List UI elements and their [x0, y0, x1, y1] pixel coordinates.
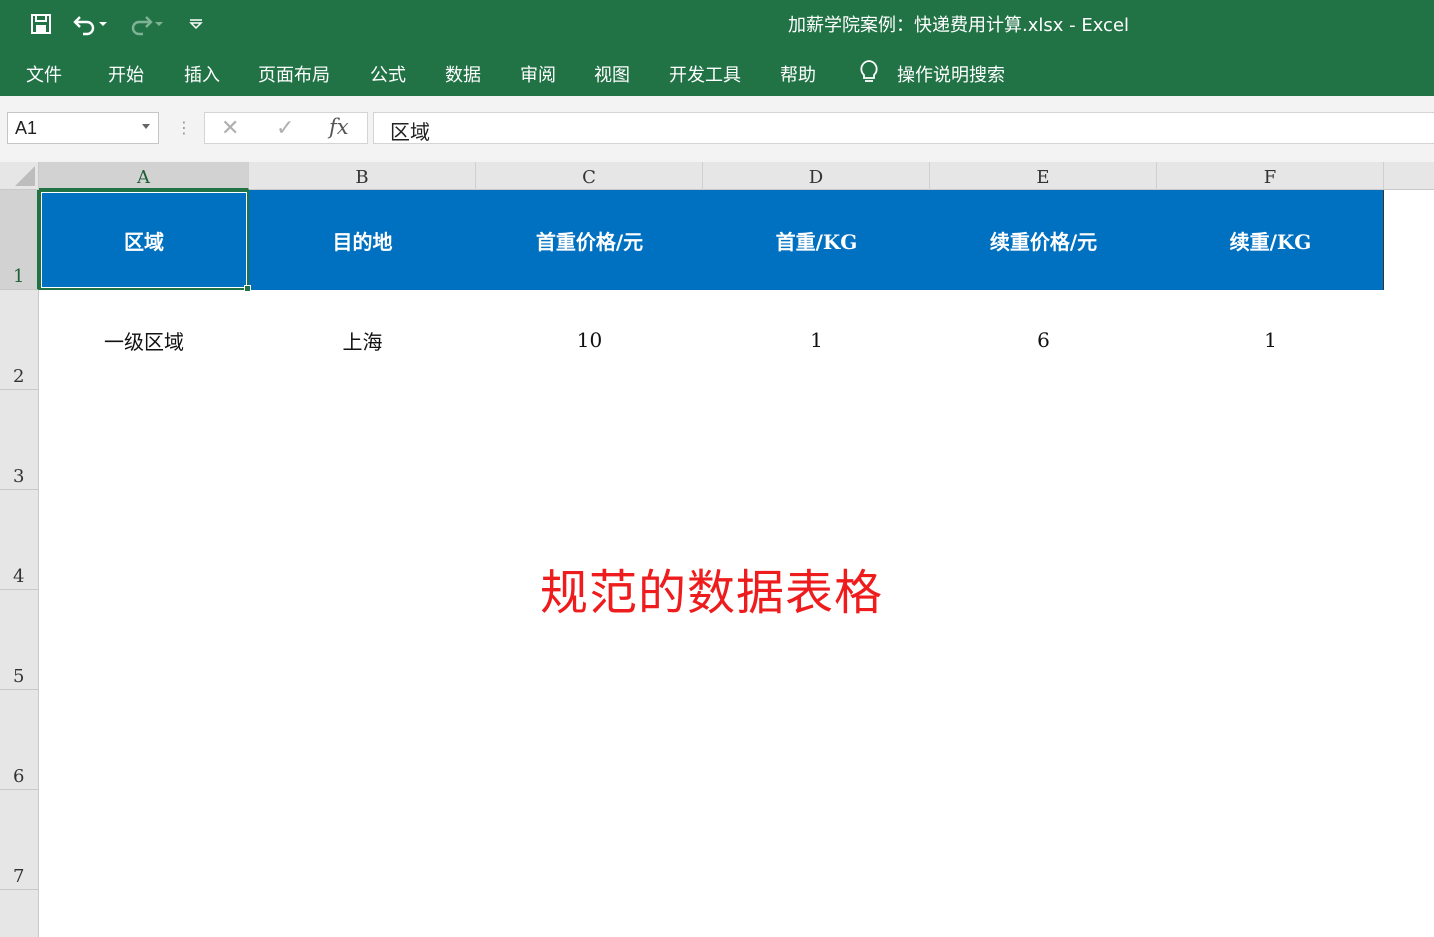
window-title: 加薪学院案例：快递费用计算.xlsx - Excel	[788, 15, 1130, 36]
formula-value: 区域	[390, 120, 430, 144]
column-headers: A B C D E F	[39, 162, 1434, 190]
column-header-e[interactable]: E	[930, 162, 1157, 190]
formula-bar-area: A1 ⋮ ✕ ✓ fx 区域	[0, 96, 1434, 162]
customize-qat-icon[interactable]	[188, 10, 204, 38]
row-header-5[interactable]: 5	[0, 590, 39, 690]
column-header-a[interactable]: A	[39, 162, 249, 190]
column-header-d[interactable]: D	[703, 162, 930, 190]
tell-me-search[interactable]: 操作说明搜索	[897, 61, 1005, 87]
save-icon[interactable]	[28, 10, 54, 38]
name-box-value: A1	[15, 118, 38, 138]
cell-selection-border	[39, 190, 249, 290]
tab-help[interactable]: 帮助	[780, 61, 816, 87]
tab-page-layout[interactable]: 页面布局	[258, 61, 330, 87]
tab-formulas[interactable]: 公式	[370, 61, 406, 87]
worksheet-grid: A B C D E F 1 2 3 4 5 6 7 区域 目的地 首重价格/元 …	[0, 162, 1434, 937]
formula-buttons: ✕ ✓ fx	[204, 112, 368, 144]
row-header-6[interactable]: 6	[0, 690, 39, 790]
insert-function-icon[interactable]: fx	[329, 115, 349, 139]
name-box[interactable]: A1	[7, 112, 159, 144]
cell-f1[interactable]: 续重/KG	[1157, 190, 1384, 290]
undo-icon[interactable]	[72, 10, 108, 38]
cell-d1[interactable]: 首重/KG	[703, 190, 930, 290]
check-icon[interactable]: ✓	[276, 116, 294, 141]
row-headers: 1 2 3 4 5 6 7	[0, 190, 39, 937]
cell-b2[interactable]: 上海	[249, 290, 476, 390]
ribbon-tabs: 文件 开始 插入 页面布局 公式 数据 审阅 视图 开发工具 帮助 操作说明搜索	[0, 48, 1434, 96]
cell-c1[interactable]: 首重价格/元	[476, 190, 703, 290]
cell-c2[interactable]: 10	[476, 290, 703, 390]
tab-developer[interactable]: 开发工具	[669, 61, 741, 87]
annotation-text: 规范的数据表格	[540, 565, 884, 621]
chevron-down-icon[interactable]	[142, 124, 150, 129]
column-header-c[interactable]: C	[476, 162, 703, 190]
title-bar: 加薪学院案例：快递费用计算.xlsx - Excel	[0, 0, 1434, 48]
tab-data[interactable]: 数据	[445, 61, 481, 87]
grip-dots-icon[interactable]: ⋮	[176, 118, 192, 137]
column-header-b[interactable]: B	[249, 162, 476, 190]
tab-file[interactable]: 文件	[26, 61, 62, 87]
row-header-3[interactable]: 3	[0, 390, 39, 490]
fill-handle[interactable]	[244, 285, 251, 292]
row-header-1[interactable]: 1	[0, 190, 39, 290]
column-header-f[interactable]: F	[1157, 162, 1384, 190]
cell-e2[interactable]: 6	[930, 290, 1157, 390]
cell-d2[interactable]: 1	[703, 290, 930, 390]
cancel-icon[interactable]: ✕	[221, 116, 239, 141]
cell-f2[interactable]: 1	[1157, 290, 1384, 390]
redo-icon[interactable]	[128, 10, 164, 38]
tab-insert[interactable]: 插入	[184, 61, 220, 87]
select-all-button[interactable]	[0, 162, 39, 190]
cell-b1[interactable]: 目的地	[249, 190, 476, 290]
formula-input[interactable]: 区域	[373, 112, 1434, 144]
lightbulb-icon[interactable]	[858, 59, 880, 90]
cell-a2[interactable]: 一级区域	[39, 290, 249, 390]
row-header-4[interactable]: 4	[0, 490, 39, 590]
tab-home[interactable]: 开始	[108, 61, 144, 87]
row-header-7[interactable]: 7	[0, 790, 39, 890]
cell-e1[interactable]: 续重价格/元	[930, 190, 1157, 290]
row-header-2[interactable]: 2	[0, 290, 39, 390]
tab-review[interactable]: 审阅	[520, 61, 556, 87]
tab-view[interactable]: 视图	[594, 61, 630, 87]
